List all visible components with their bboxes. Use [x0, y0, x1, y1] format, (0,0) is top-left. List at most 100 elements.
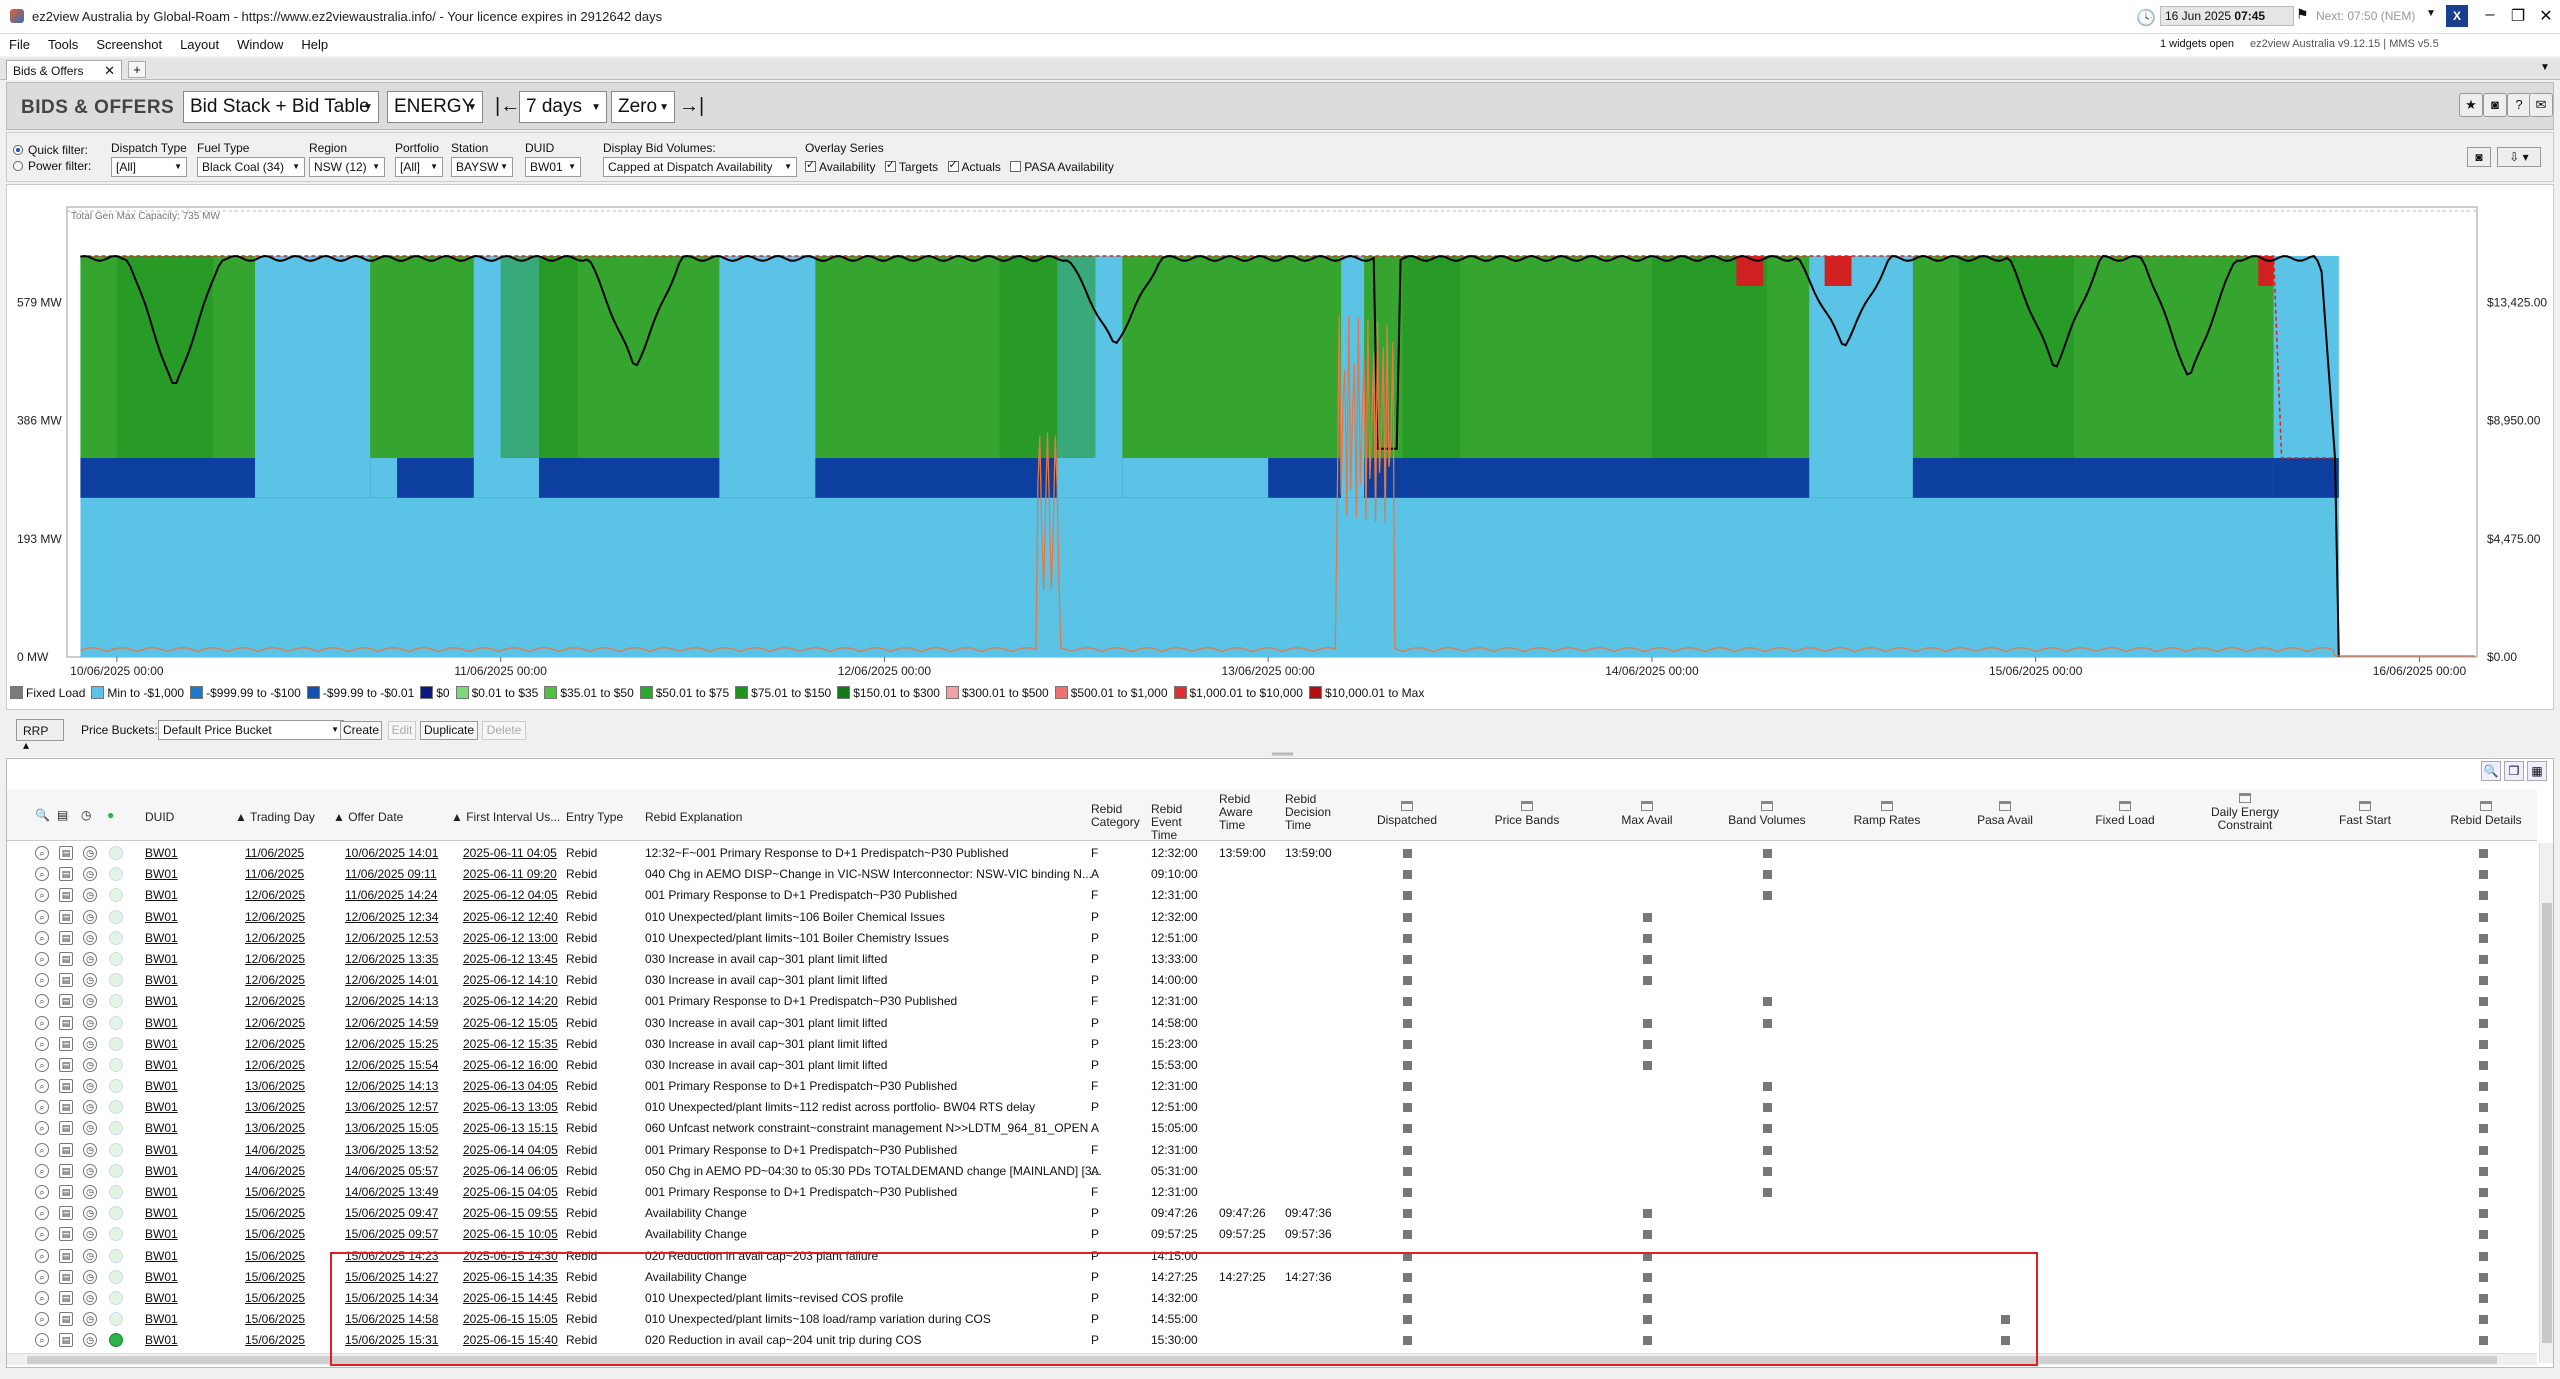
- table-row[interactable]: ⌕ ▤ ◷ BW01 15/06/2025 15/06/2025 09:47 2025-06…: [7, 1203, 2537, 1224]
- overlay-targets-checkbox[interactable]: Targets: [884, 158, 938, 174]
- table-row[interactable]: ⌕ ▤ ◷ BW01 12/06/2025 12/06/2025 15:54 2025-06…: [7, 1055, 2537, 1076]
- row-duid[interactable]: BW01: [145, 1143, 178, 1157]
- row-search-icon[interactable]: ⌕: [35, 1015, 49, 1030]
- row-table-icon[interactable]: ▤: [59, 1100, 73, 1115]
- row-table-icon[interactable]: ▤: [59, 909, 73, 924]
- export-icon[interactable]: ⇩ ▾: [2497, 147, 2541, 167]
- row-search-icon[interactable]: ⌕: [35, 1079, 49, 1094]
- row-table-icon[interactable]: ▤: [59, 867, 73, 882]
- camera-icon[interactable]: ◙: [2483, 93, 2507, 117]
- row-table-icon[interactable]: ▤: [59, 1015, 73, 1030]
- row-search-icon[interactable]: ⌕: [35, 973, 49, 988]
- row-table-icon[interactable]: ▤: [59, 1057, 73, 1072]
- row-clock-icon[interactable]: ◷: [83, 1121, 97, 1136]
- row-search-icon[interactable]: ⌕: [35, 846, 49, 860]
- row-duid[interactable]: BW01: [145, 1185, 178, 1199]
- row-duid[interactable]: BW01: [145, 1164, 178, 1178]
- menu-layout[interactable]: Layout: [171, 34, 228, 52]
- row-search-icon[interactable]: ⌕: [35, 867, 49, 882]
- row-clock-icon[interactable]: ◷: [83, 994, 97, 1009]
- row-clock-icon[interactable]: ◷: [83, 1142, 97, 1157]
- menu-screenshot[interactable]: Screenshot: [87, 34, 171, 52]
- row-search-icon[interactable]: ⌕: [35, 951, 49, 966]
- station-select[interactable]: BAYSW ▼: [451, 157, 513, 177]
- bid-stack-chart[interactable]: 579 MW 386 MW 193 MW 0 MW $13,425.00 $8,950.0…: [7, 185, 2553, 685]
- table-row[interactable]: ⌕ ▤ ◷ BW01 15/06/2025 15/06/2025 14:23 2025-06…: [7, 1246, 2537, 1267]
- table-row[interactable]: ⌕ ▤ ◷ BW01 14/06/2025 14/06/2025 05:57 2025-06…: [7, 1161, 2537, 1182]
- fuel-type-select[interactable]: Black Coal (34) ▼: [197, 157, 305, 177]
- header-duid[interactable]: DUID: [145, 811, 174, 824]
- row-duid[interactable]: BW01: [145, 973, 178, 987]
- row-table-icon[interactable]: ▤: [59, 1163, 73, 1178]
- close-tab-icon[interactable]: ✕: [104, 63, 115, 79]
- header-rebid-decision-time[interactable]: Rebid Decision Time: [1285, 793, 1335, 832]
- table-row[interactable]: ⌕ ▤ ◷ BW01 15/06/2025 15/06/2025 15:31 2025-06…: [7, 1330, 2537, 1351]
- row-clock-icon[interactable]: ◷: [83, 846, 97, 860]
- minimize-button[interactable]: –: [2476, 6, 2504, 24]
- row-clock-icon[interactable]: ◷: [83, 1036, 97, 1051]
- row-clock-icon[interactable]: ◷: [83, 909, 97, 924]
- comment-icon[interactable]: ✉: [2529, 93, 2553, 117]
- row-table-icon[interactable]: ▤: [59, 1312, 73, 1327]
- row-search-icon[interactable]: ⌕: [35, 1269, 49, 1284]
- row-search-icon[interactable]: ⌕: [35, 909, 49, 924]
- row-duid[interactable]: BW01: [145, 1121, 178, 1135]
- row-duid[interactable]: BW01: [145, 888, 178, 902]
- row-duid[interactable]: BW01: [145, 931, 178, 945]
- header-rebid-category[interactable]: Rebid Category: [1091, 803, 1140, 829]
- header-price-bands[interactable]: Price Bands: [1487, 801, 1567, 827]
- menu-window[interactable]: Window: [228, 34, 292, 52]
- row-duid[interactable]: BW01: [145, 1037, 178, 1051]
- table-row[interactable]: ⌕ ▤ ◷ BW01 12/06/2025 12/06/2025 14:13 2025-06…: [7, 991, 2537, 1012]
- ez2view-logo[interactable]: X: [2446, 5, 2468, 27]
- row-clock-icon[interactable]: ◷: [83, 1057, 97, 1072]
- row-search-icon[interactable]: ⌕: [35, 1142, 49, 1157]
- header-rebid-details[interactable]: Rebid Details: [2441, 801, 2531, 827]
- row-table-icon[interactable]: ▤: [59, 1227, 73, 1242]
- header-dispatched[interactable]: Dispatched: [1367, 801, 1447, 827]
- commodity-dropdown[interactable]: ENERGY ▼: [387, 91, 483, 123]
- row-search-icon[interactable]: ⌕: [35, 930, 49, 945]
- row-search-icon[interactable]: ⌕: [35, 1121, 49, 1136]
- row-search-icon[interactable]: ⌕: [35, 888, 49, 903]
- row-clock-icon[interactable]: ◷: [83, 1015, 97, 1030]
- dispatch-type-select[interactable]: [All] ▼: [111, 157, 187, 177]
- row-duid[interactable]: BW01: [145, 1079, 178, 1093]
- table-row[interactable]: ⌕ ▤ ◷ BW01 14/06/2025 13/06/2025 13:52 2025-06…: [7, 1140, 2537, 1161]
- overlay-availability-checkbox[interactable]: Availability: [805, 158, 875, 174]
- table-row[interactable]: ⌕ ▤ ◷ BW01 12/06/2025 12/06/2025 12:53 2025-06…: [7, 928, 2537, 949]
- current-datetime[interactable]: 16 Jun 2025 07:45: [2160, 6, 2294, 26]
- table-row[interactable]: ⌕ ▤ ◷ BW01 15/06/2025 15/06/2025 09:57 2025-06…: [7, 1224, 2537, 1245]
- row-table-icon[interactable]: ▤: [59, 951, 73, 966]
- row-clock-icon[interactable]: ◷: [83, 1079, 97, 1094]
- maximize-button[interactable]: ❐: [2504, 6, 2532, 26]
- table-row[interactable]: ⌕ ▤ ◷ BW01 15/06/2025 14/06/2025 13:49 2025-06…: [7, 1182, 2537, 1203]
- add-tab-button[interactable]: +: [128, 61, 146, 78]
- row-duid[interactable]: BW01: [145, 846, 178, 860]
- row-search-icon[interactable]: ⌕: [35, 1248, 49, 1263]
- row-search-icon[interactable]: ⌕: [35, 994, 49, 1009]
- header-band-volumes[interactable]: Band Volumes: [1721, 801, 1813, 827]
- menu-help[interactable]: Help: [292, 34, 337, 52]
- header-pasa-avail[interactable]: Pasa Avail: [1965, 801, 2045, 827]
- header-rebid-event-time[interactable]: Rebid Event Time: [1151, 803, 1191, 842]
- price-bucket-select[interactable]: Default Price Bucket ▼: [158, 720, 344, 740]
- horizontal-scrollbar[interactable]: [7, 1353, 2537, 1365]
- row-duid[interactable]: BW01: [145, 867, 178, 881]
- row-duid[interactable]: BW01: [145, 952, 178, 966]
- row-table-icon[interactable]: ▤: [59, 994, 73, 1009]
- row-clock-icon[interactable]: ◷: [83, 1312, 97, 1327]
- row-clock-icon[interactable]: ◷: [83, 930, 97, 945]
- table-row[interactable]: ⌕ ▤ ◷ BW01 15/06/2025 15/06/2025 14:34 2025-06…: [7, 1288, 2537, 1309]
- row-table-icon[interactable]: ▤: [59, 1269, 73, 1284]
- table-row[interactable]: ⌕ ▤ ◷ BW01 15/06/2025 15/06/2025 14:58 2025-06…: [7, 1309, 2537, 1330]
- row-duid[interactable]: BW01: [145, 1227, 178, 1241]
- row-search-icon[interactable]: ⌕: [35, 1057, 49, 1072]
- row-duid[interactable]: BW01: [145, 1100, 178, 1114]
- horizontal-scrollbar-thumb[interactable]: [27, 1356, 2497, 1364]
- row-table-icon[interactable]: ▤: [59, 1079, 73, 1094]
- row-search-icon[interactable]: ⌕: [35, 1206, 49, 1221]
- row-clock-icon[interactable]: ◷: [83, 1290, 97, 1305]
- table-row[interactable]: ⌕ ▤ ◷ BW01 13/06/2025 13/06/2025 12:57 2025-06…: [7, 1097, 2537, 1118]
- menu-tools[interactable]: Tools: [39, 34, 87, 52]
